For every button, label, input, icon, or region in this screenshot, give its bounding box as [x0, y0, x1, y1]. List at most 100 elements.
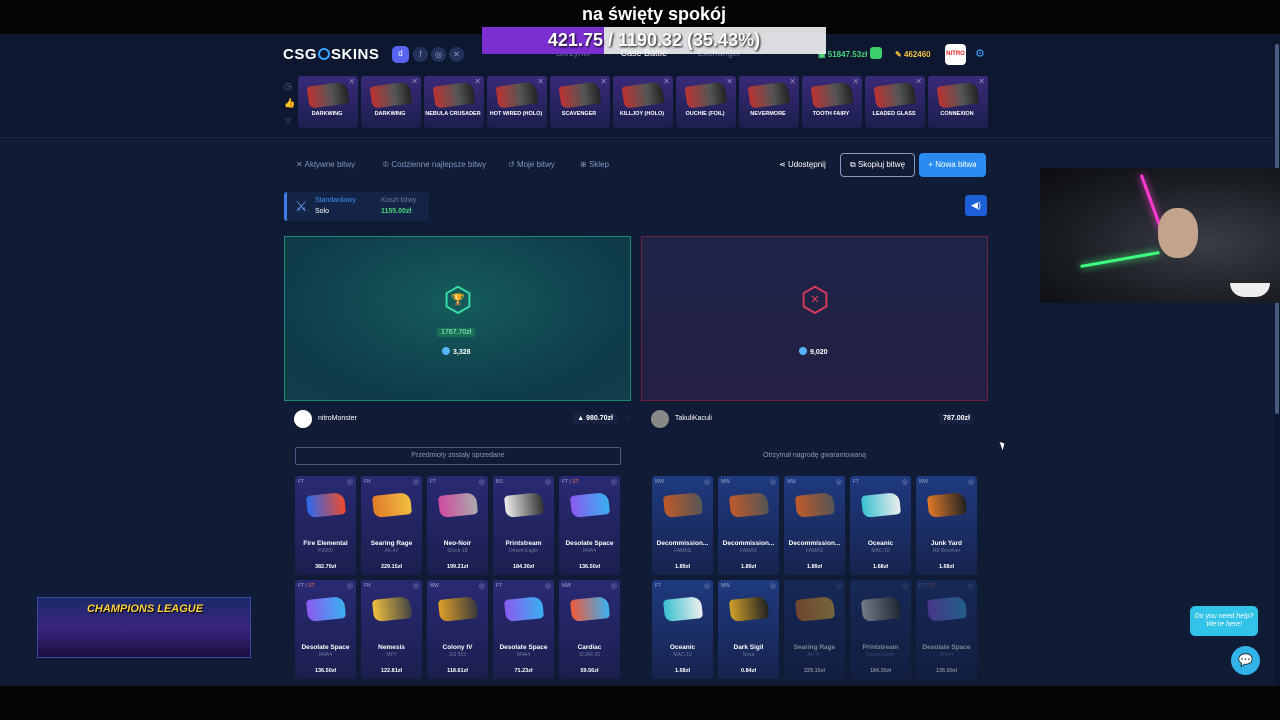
avatar[interactable] — [651, 410, 669, 428]
drop-item[interactable]: ✕ DARKWING — [361, 76, 421, 128]
drop-item[interactable]: ✕ NEVERMORE — [739, 76, 799, 128]
settings-gear-icon[interactable]: ⚙ — [975, 47, 985, 60]
check-icon[interactable]: ◎ — [770, 478, 776, 486]
item-card[interactable]: FT ◎ Oceanic MAC-10 1.68zł — [652, 580, 713, 679]
check-icon[interactable]: ◎ — [902, 582, 908, 590]
check-icon[interactable]: ◎ — [704, 582, 710, 590]
share-icon: ⋖ — [779, 160, 788, 169]
close-icon[interactable]: ✕ — [474, 77, 481, 86]
share-button[interactable]: ⋖ Udostępnij — [779, 160, 826, 169]
star-icon[interactable]: ☆ — [284, 112, 296, 129]
drop-item[interactable]: ✕ LEADED GLASS — [865, 76, 925, 128]
user-avatar[interactable]: NITRO — [945, 44, 966, 65]
live-drops-feed: ✕ DARKWING ✕ DARKWING ✕ NEBULA CRUSADER ✕ HOT W… — [298, 76, 993, 128]
instagram-icon[interactable]: ◎ — [431, 47, 446, 62]
check-icon[interactable]: ◎ — [413, 582, 419, 590]
check-icon[interactable]: ◎ — [479, 478, 485, 486]
new-battle-button[interactable]: + Nowa bitwa — [919, 153, 986, 177]
item-card[interactable]: FT ◎ Desolate Space M4A4 71.23zł — [493, 580, 554, 679]
item-card[interactable]: MW ◎ Cardiac SCAR-20 59.56zł — [559, 580, 620, 679]
check-icon[interactable]: ◎ — [545, 478, 551, 486]
sound-toggle-icon[interactable]: ◀) — [965, 195, 987, 216]
help-bubble[interactable]: Do you need help? We're here! — [1190, 606, 1258, 636]
drop-item[interactable]: ✕ OUCHIE (FOIL) — [676, 76, 736, 128]
check-icon[interactable]: ◎ — [611, 582, 617, 590]
check-icon[interactable]: ◎ — [968, 582, 974, 590]
close-icon[interactable]: ✕ — [915, 77, 922, 86]
item-name: Desolate Space — [922, 644, 971, 651]
avatar[interactable] — [294, 410, 312, 428]
drop-item[interactable]: ✕ KILLJOY (HOLO) — [613, 76, 673, 128]
drop-item[interactable]: ✕ TOOTH FAIRY — [802, 76, 862, 128]
close-icon[interactable]: ✕ — [726, 77, 733, 86]
drop-item[interactable]: ✕ CONNEXION — [928, 76, 988, 128]
item-card[interactable]: ◎ Searing Rage AK-47 229.15zł — [784, 580, 845, 679]
check-icon[interactable]: ◎ — [611, 478, 617, 486]
check-icon[interactable]: ◎ — [347, 582, 353, 590]
clock-icon[interactable]: ◷ — [284, 78, 296, 95]
close-icon[interactable]: ✕ — [537, 77, 544, 86]
thumbs-up-icon[interactable]: 👍 — [284, 95, 296, 112]
close-icon[interactable]: ✕ — [600, 77, 607, 86]
item-card[interactable]: MW ◎ Junk Yard R8 Revolver 1.68zł — [916, 476, 977, 575]
x-twitter-icon[interactable]: ✕ — [449, 47, 464, 62]
item-card[interactable]: MW ◎ Decommission... FAMAS 1.89zł — [784, 476, 845, 575]
discord-icon[interactable]: d — [392, 46, 409, 63]
item-card[interactable]: FT ◎ Neo-Noir Glock-18 199.21zł — [427, 476, 488, 575]
item-card[interactable]: FT | ST ◎ Desolate Space M4A4 136.50zł — [559, 476, 620, 575]
tab-active-battles[interactable]: ✕ Aktywne bitwy — [296, 160, 355, 169]
item-card[interactable]: MW ◎ Colony IV SG 553 118.61zł — [427, 580, 488, 679]
battle-mode-info: ⚔ Standardowy Solo Koszt bitwy 1155.00zł — [284, 192, 429, 221]
tab-my-battles[interactable]: ↺ Moje bitwy — [508, 160, 555, 169]
check-icon[interactable]: ◎ — [347, 478, 353, 486]
close-icon[interactable]: ✕ — [978, 77, 985, 86]
item-card[interactable]: MW ◎ Decommission... FAMAS 1.89zł — [652, 476, 713, 575]
coin-balance[interactable]: ✎ 462460 — [895, 46, 931, 63]
items-sold-status[interactable]: Przedmioty zostały sprzedane — [295, 447, 621, 465]
check-icon[interactable]: ◎ — [413, 478, 419, 486]
drop-item[interactable]: ✕ HOT WIRED (HOLO) — [487, 76, 547, 128]
close-icon[interactable]: ✕ — [411, 77, 418, 86]
close-icon[interactable]: ✕ — [852, 77, 859, 86]
check-icon[interactable]: ◎ — [836, 582, 842, 590]
deposit-icon[interactable] — [870, 47, 883, 59]
item-card[interactable]: FN ◎ Searing Rage AK-47 229.15zł — [361, 476, 422, 575]
check-icon[interactable]: ◎ — [479, 582, 485, 590]
tab-daily-best[interactable]: ♔ Codzienne najlepsze bitwy — [382, 160, 486, 169]
close-icon[interactable]: ✕ — [789, 77, 796, 86]
drop-item[interactable]: ✕ DARKWING — [298, 76, 358, 128]
skin-image — [728, 596, 770, 622]
drop-item[interactable]: ✕ NEBULA CRUSADER — [424, 76, 484, 128]
tab-shop[interactable]: ⊕ Sklep — [580, 160, 609, 169]
player-name[interactable]: nitroMonster — [318, 415, 357, 422]
gem-icon — [442, 347, 450, 355]
item-card[interactable]: ◎ Printstream Desert Eagle 184.30zł — [850, 580, 911, 679]
item-card[interactable]: MW ◎ Dark Sigil Nova 0.84zł — [718, 580, 779, 679]
drop-item[interactable]: ✕ SCAVENGER — [550, 76, 610, 128]
item-card[interactable]: FT | ST ◎ Desolate Space M4A4 136.50zł — [295, 580, 356, 679]
close-icon[interactable]: ✕ — [663, 77, 670, 86]
wallet-balance[interactable]: ▣ 51847.53zł — [818, 46, 883, 63]
check-icon[interactable]: ◎ — [968, 478, 974, 486]
item-card[interactable]: BS ◎ Printstream Desert Eagle 184.30zł — [493, 476, 554, 575]
close-icon[interactable]: ✕ — [348, 77, 355, 86]
page-scrollbar[interactable] — [1274, 34, 1280, 686]
check-icon[interactable]: ◎ — [902, 478, 908, 486]
check-icon[interactable]: ◎ — [770, 582, 776, 590]
player-name[interactable]: TakuliKaculi — [675, 415, 712, 422]
item-name: Searing Rage — [370, 540, 413, 547]
site-logo[interactable]: CSG SKINS — [283, 46, 379, 63]
item-card[interactable]: FT ◎ Oceanic MAC-10 1.68zł — [850, 476, 911, 575]
info-icon[interactable]: ◌ — [625, 415, 629, 422]
chat-icon[interactable]: 💬 — [1231, 646, 1260, 675]
item-card[interactable]: MW ◎ Decommission... FAMAS 1.89zł — [718, 476, 779, 575]
check-icon[interactable]: ◎ — [704, 478, 710, 486]
item-card[interactable]: FN ◎ Nemesis MP7 122.81zł — [361, 580, 422, 679]
facebook-icon[interactable]: f — [413, 47, 428, 62]
copy-battle-button[interactable]: ⧉ Skopiuj bitwę — [840, 153, 915, 177]
item-condition: FT | ST — [298, 583, 315, 589]
item-card[interactable]: FT | ST ◎ Desolate Space M4A4 136.50zł — [916, 580, 977, 679]
check-icon[interactable]: ◎ — [836, 478, 842, 486]
item-card[interactable]: FT ◎ Fire Elemental P2000 382.70zł — [295, 476, 356, 575]
check-icon[interactable]: ◎ — [545, 582, 551, 590]
